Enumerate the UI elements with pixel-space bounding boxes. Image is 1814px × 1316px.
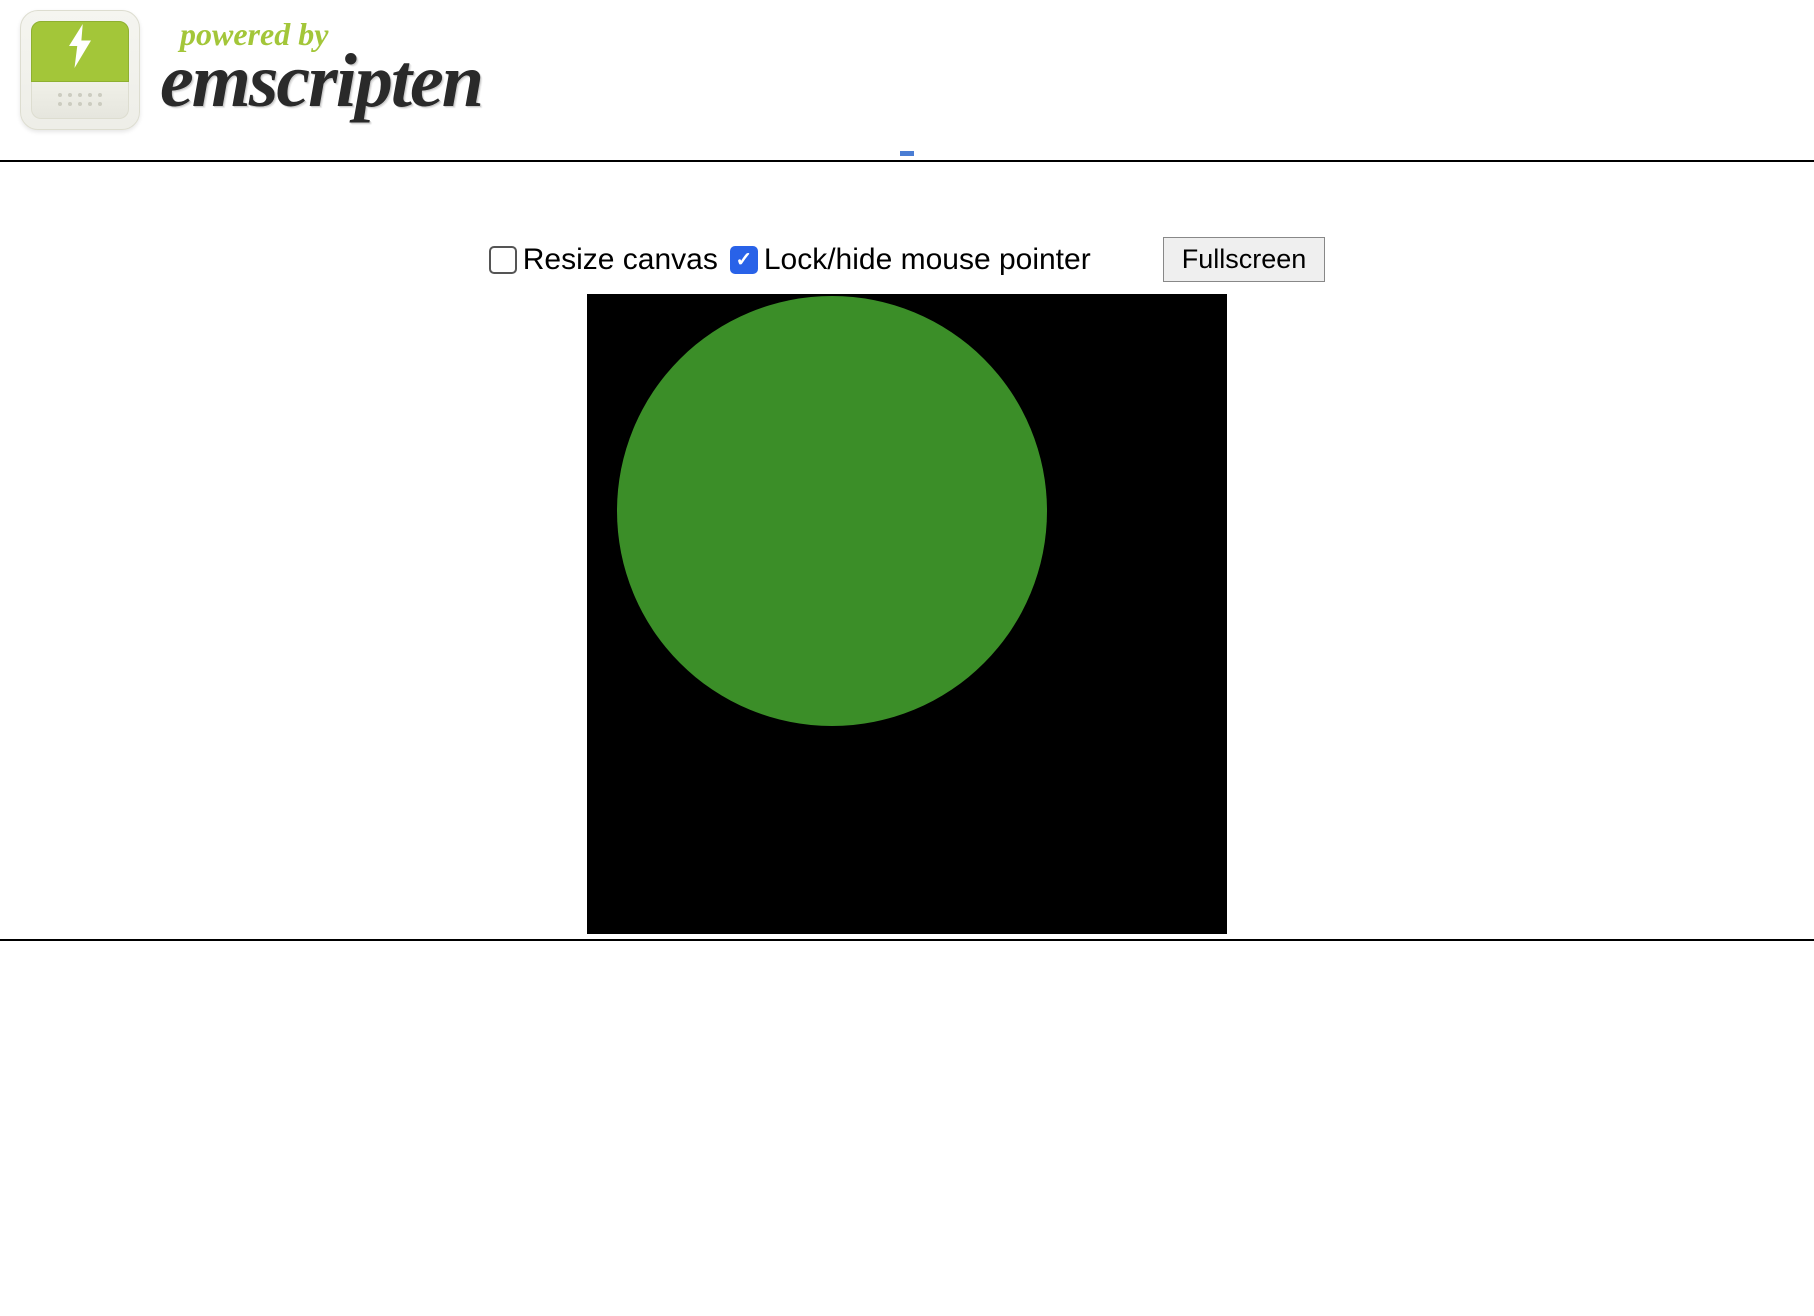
lightning-bolt-icon — [63, 24, 97, 78]
fullscreen-button[interactable]: Fullscreen — [1163, 237, 1326, 282]
lock-pointer-checkbox[interactable] — [730, 246, 758, 274]
resize-canvas-label: Resize canvas — [523, 243, 718, 277]
lock-pointer-label: Lock/hide mouse pointer — [764, 243, 1091, 277]
logo-text: powered by emscripten — [160, 16, 482, 125]
rendered-circle — [617, 296, 1047, 726]
bottom-divider — [0, 939, 1814, 941]
lock-pointer-control[interactable]: Lock/hide mouse pointer — [730, 243, 1091, 277]
loading-spinner-icon — [900, 151, 914, 156]
status-area — [0, 140, 1814, 160]
emscripten-logo-icon — [20, 10, 140, 130]
resize-canvas-control[interactable]: Resize canvas — [489, 243, 718, 277]
canvas-wrapper — [0, 294, 1814, 939]
emscripten-wordmark: emscripten — [160, 38, 482, 125]
emscripten-canvas[interactable] — [587, 294, 1227, 934]
resize-canvas-checkbox[interactable] — [489, 246, 517, 274]
controls-row: Resize canvas Lock/hide mouse pointer Fu… — [0, 162, 1814, 294]
header: powered by emscripten — [0, 0, 1814, 140]
